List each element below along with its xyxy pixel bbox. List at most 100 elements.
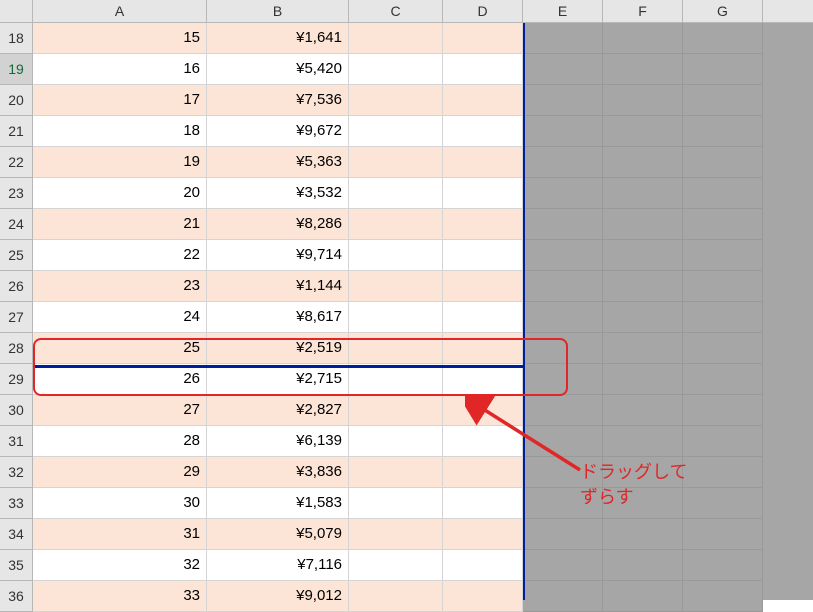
cell-g27[interactable] <box>683 302 763 333</box>
cell-d35[interactable] <box>443 550 523 581</box>
cell-a35[interactable]: 32 <box>33 550 207 581</box>
cell-e28[interactable] <box>523 333 603 364</box>
cell-d19[interactable] <box>443 54 523 85</box>
cell-a18[interactable]: 15 <box>33 23 207 54</box>
cell-b25[interactable]: ¥9,714 <box>207 240 349 271</box>
column-header-g[interactable]: G <box>683 0 763 22</box>
cell-g26[interactable] <box>683 271 763 302</box>
cell-g22[interactable] <box>683 147 763 178</box>
cell-f25[interactable] <box>603 240 683 271</box>
cell-e36[interactable] <box>523 581 603 612</box>
row-header-26[interactable]: 26 <box>0 271 33 302</box>
cell-f34[interactable] <box>603 519 683 550</box>
column-header-e[interactable]: E <box>523 0 603 22</box>
cell-g32[interactable] <box>683 457 763 488</box>
cell-d34[interactable] <box>443 519 523 550</box>
cell-c21[interactable] <box>349 116 443 147</box>
cell-a22[interactable]: 19 <box>33 147 207 178</box>
column-header-a[interactable]: A <box>33 0 207 22</box>
cell-d22[interactable] <box>443 147 523 178</box>
cell-c32[interactable] <box>349 457 443 488</box>
cell-b27[interactable]: ¥8,617 <box>207 302 349 333</box>
cell-f35[interactable] <box>603 550 683 581</box>
column-header-d[interactable]: D <box>443 0 523 22</box>
cell-b35[interactable]: ¥7,116 <box>207 550 349 581</box>
cell-grid[interactable]: 15¥1,64116¥5,42017¥7,53618¥9,67219¥5,363… <box>33 23 813 600</box>
column-header-c[interactable]: C <box>349 0 443 22</box>
cell-b33[interactable]: ¥1,583 <box>207 488 349 519</box>
cell-g36[interactable] <box>683 581 763 612</box>
cell-c18[interactable] <box>349 23 443 54</box>
spreadsheet[interactable]: ABCDEFG 18192021222324252627282930313233… <box>0 0 813 600</box>
cell-b32[interactable]: ¥3,836 <box>207 457 349 488</box>
cell-f18[interactable] <box>603 23 683 54</box>
cell-b19[interactable]: ¥5,420 <box>207 54 349 85</box>
cell-e21[interactable] <box>523 116 603 147</box>
cell-d36[interactable] <box>443 581 523 612</box>
row-header-21[interactable]: 21 <box>0 116 33 147</box>
cell-b29[interactable]: ¥2,715 <box>207 364 349 395</box>
row-header-34[interactable]: 34 <box>0 519 33 550</box>
row-header-19[interactable]: 19 <box>0 54 33 85</box>
cell-d21[interactable] <box>443 116 523 147</box>
cell-e18[interactable] <box>523 23 603 54</box>
cell-f27[interactable] <box>603 302 683 333</box>
cell-g18[interactable] <box>683 23 763 54</box>
cell-f28[interactable] <box>603 333 683 364</box>
row-header-36[interactable]: 36 <box>0 581 33 612</box>
cell-b36[interactable]: ¥9,012 <box>207 581 349 612</box>
cell-g29[interactable] <box>683 364 763 395</box>
cell-c26[interactable] <box>349 271 443 302</box>
row-header-20[interactable]: 20 <box>0 85 33 116</box>
cell-a28[interactable]: 25 <box>33 333 207 364</box>
cell-a26[interactable]: 23 <box>33 271 207 302</box>
cell-a27[interactable]: 24 <box>33 302 207 333</box>
cell-f24[interactable] <box>603 209 683 240</box>
cell-b34[interactable]: ¥5,079 <box>207 519 349 550</box>
page-break-vertical[interactable] <box>523 23 525 600</box>
cell-f29[interactable] <box>603 364 683 395</box>
cell-a19[interactable]: 16 <box>33 54 207 85</box>
cell-a31[interactable]: 28 <box>33 426 207 457</box>
cell-a21[interactable]: 18 <box>33 116 207 147</box>
cell-c22[interactable] <box>349 147 443 178</box>
cell-f31[interactable] <box>603 426 683 457</box>
cell-c19[interactable] <box>349 54 443 85</box>
cell-b21[interactable]: ¥9,672 <box>207 116 349 147</box>
cell-b23[interactable]: ¥3,532 <box>207 178 349 209</box>
cell-e27[interactable] <box>523 302 603 333</box>
cell-g25[interactable] <box>683 240 763 271</box>
cell-e29[interactable] <box>523 364 603 395</box>
cell-f22[interactable] <box>603 147 683 178</box>
cell-b24[interactable]: ¥8,286 <box>207 209 349 240</box>
cell-d33[interactable] <box>443 488 523 519</box>
cell-b20[interactable]: ¥7,536 <box>207 85 349 116</box>
cell-g31[interactable] <box>683 426 763 457</box>
cell-c23[interactable] <box>349 178 443 209</box>
cell-c20[interactable] <box>349 85 443 116</box>
cell-c27[interactable] <box>349 302 443 333</box>
row-header-28[interactable]: 28 <box>0 333 33 364</box>
cell-b28[interactable]: ¥2,519 <box>207 333 349 364</box>
cell-d20[interactable] <box>443 85 523 116</box>
column-header-f[interactable]: F <box>603 0 683 22</box>
cell-e35[interactable] <box>523 550 603 581</box>
cell-d26[interactable] <box>443 271 523 302</box>
cell-c24[interactable] <box>349 209 443 240</box>
cell-e19[interactable] <box>523 54 603 85</box>
row-header-27[interactable]: 27 <box>0 302 33 333</box>
cell-g34[interactable] <box>683 519 763 550</box>
row-header-25[interactable]: 25 <box>0 240 33 271</box>
cell-f20[interactable] <box>603 85 683 116</box>
cell-g20[interactable] <box>683 85 763 116</box>
cell-a30[interactable]: 27 <box>33 395 207 426</box>
cell-d27[interactable] <box>443 302 523 333</box>
cell-d28[interactable] <box>443 333 523 364</box>
row-header-18[interactable]: 18 <box>0 23 33 54</box>
cell-d25[interactable] <box>443 240 523 271</box>
row-header-30[interactable]: 30 <box>0 395 33 426</box>
cell-f30[interactable] <box>603 395 683 426</box>
cell-a33[interactable]: 30 <box>33 488 207 519</box>
cell-a25[interactable]: 22 <box>33 240 207 271</box>
cell-b30[interactable]: ¥2,827 <box>207 395 349 426</box>
